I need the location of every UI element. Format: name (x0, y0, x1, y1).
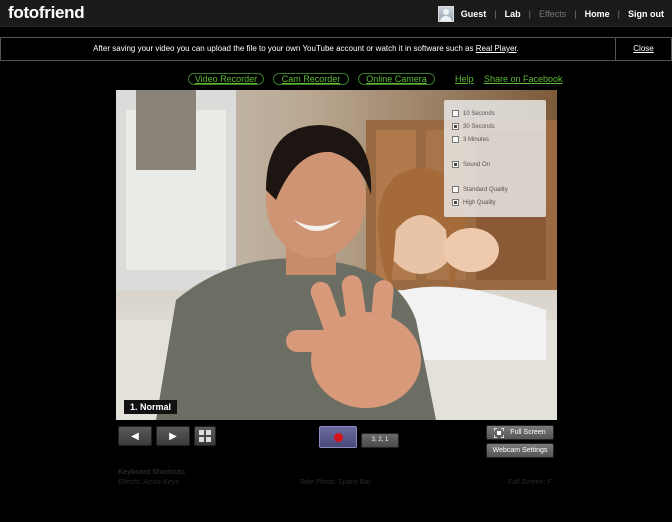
nav-sign-out[interactable]: Sign out (628, 9, 664, 19)
checkbox-icon[interactable] (452, 186, 459, 193)
nav-separator: | (617, 8, 620, 19)
notice-message: After saving your video you can upload t… (93, 44, 476, 53)
option-10-seconds[interactable]: 10 Seconds (452, 110, 495, 117)
tab-online-camera[interactable]: Online Camera (358, 73, 435, 85)
shortcuts-title: Keyboard Shortcuts (118, 469, 185, 476)
arrow-right-icon: ▶ (169, 430, 177, 442)
share-facebook-link[interactable]: Share on Facebook (484, 74, 563, 84)
grid-icon (199, 430, 211, 442)
checkbox-icon[interactable] (452, 136, 459, 143)
shortcut-photo: Take Photo: Space Bar (299, 479, 371, 486)
checkbox-checked-icon[interactable] (452, 161, 459, 168)
notice-period: . (516, 44, 519, 53)
record-icon (333, 432, 343, 442)
shortcut-effects: Effects: Arrow Keys (118, 479, 179, 486)
option-standard-quality[interactable]: Standard Quality (452, 186, 508, 193)
logo[interactable]: fotofriend (8, 3, 85, 23)
full-screen-label: Full Screen (510, 429, 546, 436)
full-screen-button[interactable]: Full Screen (486, 425, 554, 440)
help-link[interactable]: Help (455, 74, 474, 84)
webcam-settings-button[interactable]: Webcam Settings (486, 443, 554, 458)
arrow-left-icon: ◀ (131, 430, 139, 442)
option-label: 10 Seconds (463, 110, 495, 117)
real-player-link[interactable]: Real Player (476, 44, 517, 53)
option-label: High Quality (463, 199, 496, 206)
option-3-minutes[interactable]: 3 Minutes (452, 136, 489, 143)
record-button[interactable] (319, 426, 357, 448)
nav-lab[interactable]: Lab (505, 9, 521, 19)
option-label: 30 Seconds (463, 123, 495, 130)
user-avatar-icon[interactable] (437, 5, 454, 22)
previous-effect-button[interactable]: ◀ (118, 426, 152, 446)
nav-home[interactable]: Home (585, 9, 610, 19)
option-30-seconds[interactable]: 30 Seconds (452, 123, 495, 130)
top-nav: Guest | Lab | Effects | Home | Sign out (437, 0, 664, 27)
sub-nav: Video Recorder Cam Recorder Online Camer… (0, 73, 672, 87)
shortcut-full-screen: Full Screen: F (508, 479, 552, 486)
tab-video-recorder[interactable]: Video Recorder (188, 73, 264, 85)
nav-separator: | (574, 8, 577, 19)
tab-cam-recorder[interactable]: Cam Recorder (273, 73, 349, 85)
effects-grid-button[interactable] (194, 426, 216, 446)
option-high-quality[interactable]: High Quality (452, 199, 496, 206)
checkbox-icon[interactable] (452, 110, 459, 117)
recording-options-panel: 10 Seconds 30 Seconds 3 Minutes Sound On… (444, 100, 546, 217)
top-bar: fotofriend Guest | Lab | Effects | Home … (0, 0, 672, 27)
option-label: Sound On (463, 161, 491, 168)
fullscreen-icon (494, 427, 505, 438)
checkbox-checked-icon[interactable] (452, 123, 459, 130)
option-label: 3 Minutes (463, 136, 490, 143)
notice-bar: After saving your video you can upload t… (0, 37, 672, 61)
effect-mode-label: 1. Normal (124, 400, 178, 414)
close-notice-button[interactable]: Close (615, 38, 671, 60)
nav-effects: Effects (538, 8, 567, 19)
countdown-button[interactable]: 3, 2, 1 (361, 433, 399, 448)
option-sound-on[interactable]: Sound On (452, 161, 490, 168)
option-label: Standard Quality (463, 186, 508, 193)
nav-separator: | (494, 8, 497, 19)
nav-guest[interactable]: Guest (461, 9, 487, 19)
next-effect-button[interactable]: ▶ (156, 426, 190, 446)
checkbox-checked-icon[interactable] (452, 199, 459, 206)
notice-text: After saving your video you can upload t… (1, 44, 611, 53)
nav-separator: | (528, 8, 531, 19)
